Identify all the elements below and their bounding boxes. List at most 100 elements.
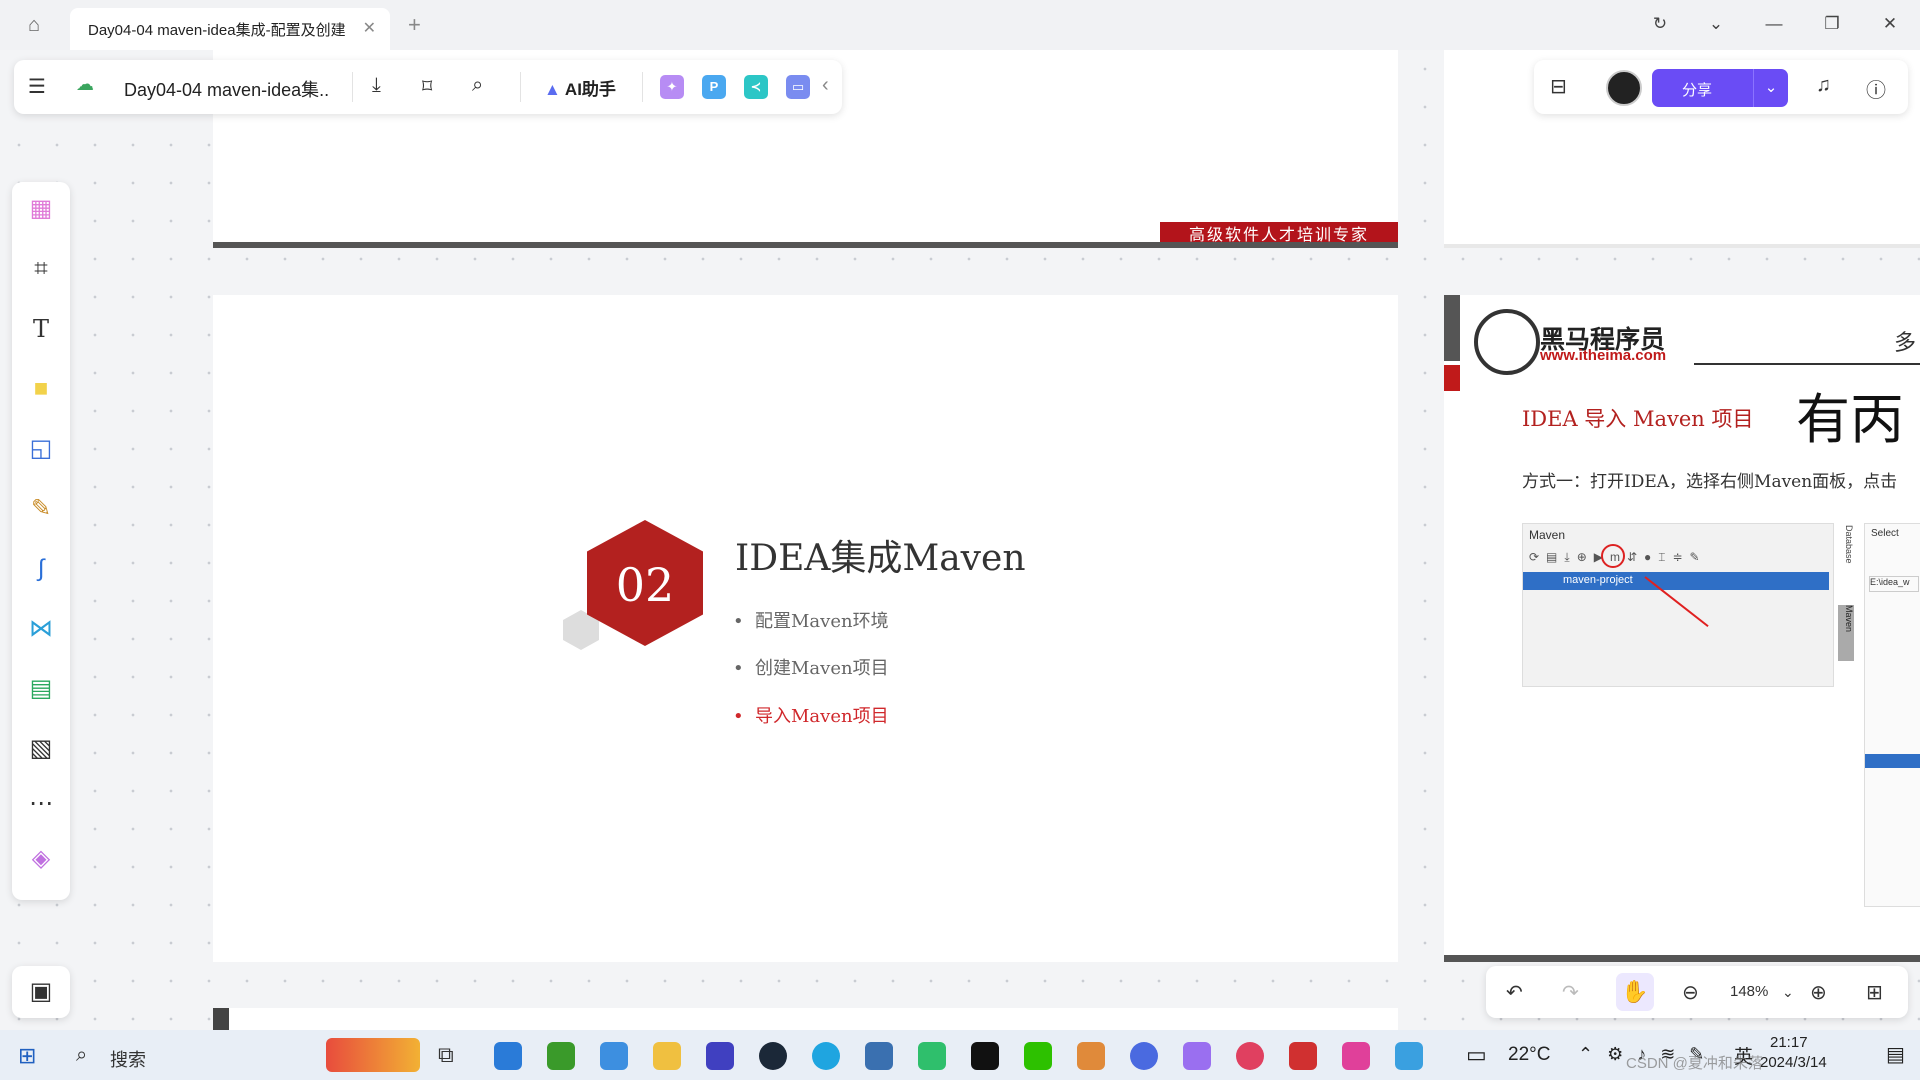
section-title: IDEA集成Maven (735, 538, 1026, 579)
weather-icon[interactable]: ▭ (1466, 1042, 1487, 1068)
separator (642, 72, 643, 102)
chat-icon[interactable]: ▭ (786, 75, 810, 99)
separator (520, 72, 521, 102)
ai-assistant-button[interactable]: ▲ AI助手 (544, 75, 616, 100)
collab-toolbar: ⊟ 分享 ⌄ ♫ ⓘ (1534, 60, 1908, 114)
minimap-icon: ▣ (29, 978, 53, 1005)
windows-start-icon[interactable]: ⊞ (18, 1043, 36, 1069)
home-icon[interactable]: ⌂ (28, 14, 62, 38)
book-view-icon[interactable]: ⊞ (1866, 980, 1883, 1005)
sticky-note-icon[interactable]: ■ (24, 372, 58, 406)
more-icon[interactable]: ⋯ (24, 787, 58, 821)
cloud-sync-icon: ☁ (76, 74, 94, 94)
table-icon[interactable]: ▤ (24, 672, 58, 706)
edge-app-icon[interactable] (812, 1042, 840, 1070)
restore-icon[interactable]: ❐ (1820, 14, 1844, 34)
bullet-item: • 创建Maven项目 (733, 658, 889, 679)
hand-tool-icon[interactable]: ✋ (1616, 973, 1654, 1011)
maven-project-label: maven-project (1563, 574, 1633, 586)
mail-app-icon[interactable] (600, 1042, 628, 1070)
taskbar-search[interactable]: ⌕ 搜索 (64, 1038, 420, 1072)
app-icon[interactable] (1183, 1042, 1211, 1070)
template-icon[interactable]: ▦ (24, 192, 58, 226)
dragon-decoration-icon (326, 1038, 420, 1072)
doc-toolbar: ☰ ☁ Day04-04 maven-idea集.. ⤓ ⌑ ⌕ ▲ AI助手 … (14, 60, 842, 114)
refresh-icon[interactable]: ↻ (1648, 14, 1672, 34)
help-icon[interactable]: ⓘ (1866, 74, 1886, 103)
document-icon[interactable]: ▧ (24, 732, 58, 766)
maven-panel-screenshot: Maven ⟳▤⤓⊕▶m⇵●⌶≑✎ maven-project (1522, 523, 1834, 687)
chevron-down-icon[interactable]: ⌄ (1704, 14, 1728, 34)
tiktok-app-icon[interactable] (971, 1042, 999, 1070)
redo-icon[interactable]: ↷ (1562, 980, 1579, 1005)
mindmap-tool-icon[interactable]: ⋈ (24, 612, 58, 646)
frame-icon[interactable]: ⌗ (24, 252, 58, 286)
collapse-icon[interactable]: ‹ (822, 74, 829, 97)
plus-highlight-icon (1601, 544, 1625, 568)
method-text: 方式一：打开IDEA，选择右侧Maven面板，点击 (1522, 472, 1898, 492)
chevron-down-icon[interactable]: ⌄ (1782, 984, 1794, 1001)
toolbox-icon[interactable]: ⊟ (1550, 74, 1567, 99)
plugin-p-icon[interactable]: P (702, 75, 726, 99)
wps-app-icon[interactable] (1289, 1042, 1317, 1070)
bell-icon[interactable]: ♫ (1816, 74, 1831, 97)
app-icon[interactable] (1130, 1042, 1158, 1070)
jetbrains-app-icon[interactable] (1342, 1042, 1370, 1070)
wechat-app-icon[interactable] (1024, 1042, 1052, 1070)
tool-palette: ▦ ⌗ T ■ ◱ ✎ ∫ ⋈ ▤ ▧ ⋯ ◈ (12, 182, 70, 900)
zoom-bar: ↶ ↷ ✋ ⊖ 148% ⌄ ⊕ ⊞ (1486, 966, 1908, 1018)
maven-side-label: Maven (1838, 605, 1854, 661)
clock-time[interactable]: 21:17 (1770, 1034, 1808, 1051)
steam-app-icon[interactable] (759, 1042, 787, 1070)
connector-icon[interactable]: ∫ (24, 552, 58, 586)
minimap-button[interactable]: ▣ (12, 966, 70, 1018)
app-icon[interactable] (1395, 1042, 1423, 1070)
new-tab-button[interactable]: + (408, 12, 421, 38)
temperature[interactable]: 22°C (1508, 1044, 1550, 1066)
zoom-out-icon[interactable]: ⊖ (1682, 980, 1699, 1005)
tag-icon[interactable]: ⌑ (422, 74, 432, 99)
store-app-icon[interactable] (494, 1042, 522, 1070)
notification-icon[interactable]: ▤ (1886, 1042, 1905, 1067)
chevron-down-icon[interactable]: ⌄ (1753, 69, 1788, 107)
browser-tab-bar: ⌂ Day04-04 maven-idea集成-配置及创建 ✕ + ↻ ⌄ — … (0, 0, 1920, 50)
close-icon[interactable]: ✕ (363, 18, 376, 38)
share-button[interactable]: 分享 ⌄ (1652, 69, 1788, 107)
app-icon[interactable] (865, 1042, 893, 1070)
task-view-icon[interactable]: ⧉ (438, 1042, 454, 1068)
search-icon[interactable]: ⌕ (472, 74, 483, 97)
zoom-level[interactable]: 148% (1730, 983, 1768, 1000)
slide-divider (1444, 244, 1920, 248)
plugin-icon[interactable]: ◈ (24, 842, 58, 876)
windows-taskbar: ⊞ ⌕ 搜索 ⧉ ▭ 22°C ⌃⚙♪≋✎ 英 21:17 2024/3/14 … (0, 1030, 1920, 1080)
file-explorer-icon[interactable] (653, 1042, 681, 1070)
browser-tab[interactable]: Day04-04 maven-idea集成-配置及创建 ✕ (70, 8, 390, 50)
minimize-icon[interactable]: — (1762, 14, 1786, 34)
slide-marker (1444, 295, 1460, 361)
text-icon[interactable]: T (24, 312, 58, 346)
download-icon[interactable]: ⤓ (372, 74, 381, 97)
avatar[interactable] (1606, 70, 1642, 106)
menu-icon[interactable]: ☰ (28, 74, 46, 99)
pen-icon[interactable]: ✎ (24, 492, 58, 526)
app-icon[interactable] (706, 1042, 734, 1070)
search-label: 搜索 (110, 1050, 146, 1070)
undo-icon[interactable]: ↶ (1506, 980, 1523, 1005)
tab-title: Day04-04 maven-idea集成-配置及创建 (88, 22, 346, 39)
player-app-icon[interactable] (918, 1042, 946, 1070)
app-icon[interactable] (1077, 1042, 1105, 1070)
zoom-in-icon[interactable]: ⊕ (1810, 980, 1827, 1005)
nvidia-app-icon[interactable] (547, 1042, 575, 1070)
mindmap-icon[interactable]: ≺ (744, 75, 768, 99)
select-dialog-label: Select (1871, 528, 1899, 539)
handwriting-decoration: 有丙 (1796, 388, 1904, 451)
slide-divider (213, 242, 1398, 248)
clock-date[interactable]: 2024/3/14 (1760, 1054, 1827, 1071)
logo-icon (1474, 309, 1540, 375)
app-icon[interactable] (1236, 1042, 1264, 1070)
window-close-icon[interactable]: ✕ (1878, 14, 1902, 34)
doc-title[interactable]: Day04-04 maven-idea集.. (124, 76, 329, 102)
shape-icon[interactable]: ◱ (24, 432, 58, 466)
selected-row (1865, 754, 1920, 768)
image-gen-icon[interactable]: ✦ (660, 75, 684, 99)
